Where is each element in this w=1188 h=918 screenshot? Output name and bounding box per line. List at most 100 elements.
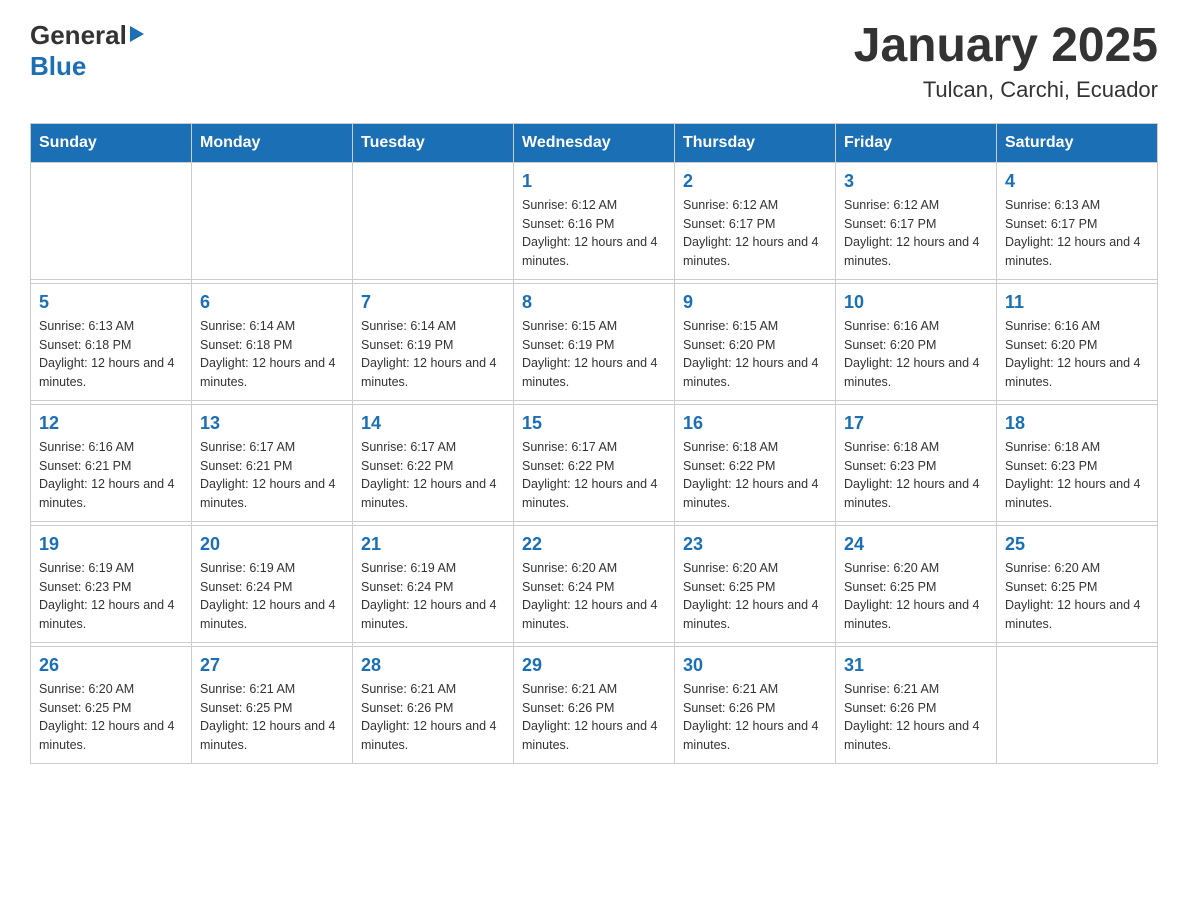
day-number: 27 — [200, 655, 344, 676]
day-info: Sunrise: 6:17 AMSunset: 6:21 PMDaylight:… — [200, 438, 344, 513]
col-header-thursday: Thursday — [675, 123, 836, 162]
day-info: Sunrise: 6:20 AMSunset: 6:25 PMDaylight:… — [1005, 559, 1149, 634]
day-info: Sunrise: 6:21 AMSunset: 6:26 PMDaylight:… — [522, 680, 666, 755]
day-number: 10 — [844, 292, 988, 313]
col-header-friday: Friday — [836, 123, 997, 162]
day-number: 22 — [522, 534, 666, 555]
day-info: Sunrise: 6:15 AMSunset: 6:20 PMDaylight:… — [683, 317, 827, 392]
calendar-header-row: SundayMondayTuesdayWednesdayThursdayFrid… — [31, 123, 1158, 162]
calendar-day-cell: 15Sunrise: 6:17 AMSunset: 6:22 PMDayligh… — [514, 404, 675, 521]
col-header-wednesday: Wednesday — [514, 123, 675, 162]
day-info: Sunrise: 6:16 AMSunset: 6:20 PMDaylight:… — [1005, 317, 1149, 392]
col-header-monday: Monday — [192, 123, 353, 162]
col-header-saturday: Saturday — [997, 123, 1158, 162]
calendar-day-cell: 14 Sunrise: 6:17 AMSunset: 6:22 PMDayligh… — [353, 404, 514, 521]
calendar-week-row: 19 Sunrise: 6:19 AMSunset: 6:23 PMDayligh… — [31, 525, 1158, 642]
logo-blue-text: Blue — [30, 51, 86, 82]
day-info: Sunrise: 6:13 AMSunset: 6:17 PMDaylight:… — [1005, 196, 1149, 271]
calendar-day-cell — [31, 162, 192, 279]
calendar-day-cell — [192, 162, 353, 279]
day-info: Sunrise: 6:14 AMSunset: 6:19 PMDaylight:… — [361, 317, 505, 392]
day-info: Sunrise: 6:19 AMSunset: 6:23 PMDaylight:… — [39, 559, 183, 634]
day-number: 9 — [683, 292, 827, 313]
day-number: 23 — [683, 534, 827, 555]
day-info: Sunrise: 6:20 AMSunset: 6:25 PMDaylight:… — [844, 559, 988, 634]
calendar-day-cell: 22Sunrise: 6:20 AMSunset: 6:24 PMDayligh… — [514, 525, 675, 642]
day-number: 7 — [361, 292, 505, 313]
calendar-week-row: 5Sunrise: 6:13 AMSunset: 6:18 PMDaylight… — [31, 283, 1158, 400]
day-number: 14 — [361, 413, 505, 434]
day-info: Sunrise: 6:21 AMSunset: 6:26 PMDaylight:… — [683, 680, 827, 755]
day-number: 11 — [1005, 292, 1149, 313]
calendar-day-cell: 20Sunrise: 6:19 AMSunset: 6:24 PMDayligh… — [192, 525, 353, 642]
day-info: Sunrise: 6:21 AMSunset: 6:25 PMDaylight:… — [200, 680, 344, 755]
calendar-title: January 2025 — [854, 20, 1158, 73]
day-number: 3 — [844, 171, 988, 192]
day-number: 19 — [39, 534, 183, 555]
day-number: 29 — [522, 655, 666, 676]
calendar-week-row: 1 Sunrise: 6:12 AMSunset: 6:16 PMDaylight… — [31, 162, 1158, 279]
calendar-day-cell: 8 Sunrise: 6:15 AMSunset: 6:19 PMDaylight… — [514, 283, 675, 400]
day-number: 25 — [1005, 534, 1149, 555]
day-number: 20 — [200, 534, 344, 555]
calendar-day-cell: 27 Sunrise: 6:21 AMSunset: 6:25 PMDayligh… — [192, 646, 353, 763]
col-header-sunday: Sunday — [31, 123, 192, 162]
day-number: 16 — [683, 413, 827, 434]
calendar-day-cell: 24 Sunrise: 6:20 AMSunset: 6:25 PMDayligh… — [836, 525, 997, 642]
calendar-day-cell: 16Sunrise: 6:18 AMSunset: 6:22 PMDayligh… — [675, 404, 836, 521]
calendar-table: SundayMondayTuesdayWednesdayThursdayFrid… — [30, 123, 1158, 764]
day-info: Sunrise: 6:16 AMSunset: 6:21 PMDaylight:… — [39, 438, 183, 513]
day-info: Sunrise: 6:21 AMSunset: 6:26 PMDaylight:… — [844, 680, 988, 755]
calendar-day-cell: 26 Sunrise: 6:20 AMSunset: 6:25 PMDayligh… — [31, 646, 192, 763]
calendar-day-cell: 30 Sunrise: 6:21 AMSunset: 6:26 PMDayligh… — [675, 646, 836, 763]
calendar-day-cell: 7 Sunrise: 6:14 AMSunset: 6:19 PMDaylight… — [353, 283, 514, 400]
day-number: 28 — [361, 655, 505, 676]
logo-arrow-icon — [130, 26, 144, 42]
day-info: Sunrise: 6:18 AMSunset: 6:23 PMDaylight:… — [1005, 438, 1149, 513]
day-info: Sunrise: 6:15 AMSunset: 6:19 PMDaylight:… — [522, 317, 666, 392]
calendar-day-cell: 25 Sunrise: 6:20 AMSunset: 6:25 PMDayligh… — [997, 525, 1158, 642]
calendar-day-cell: 2Sunrise: 6:12 AMSunset: 6:17 PMDaylight… — [675, 162, 836, 279]
calendar-day-cell: 6 Sunrise: 6:14 AMSunset: 6:18 PMDaylight… — [192, 283, 353, 400]
day-info: Sunrise: 6:16 AMSunset: 6:20 PMDaylight:… — [844, 317, 988, 392]
page-header: General Blue January 2025 Tulcan, Carchi… — [30, 20, 1158, 103]
day-number: 30 — [683, 655, 827, 676]
day-info: Sunrise: 6:12 AMSunset: 6:16 PMDaylight:… — [522, 196, 666, 271]
day-number: 1 — [522, 171, 666, 192]
calendar-day-cell: 1 Sunrise: 6:12 AMSunset: 6:16 PMDaylight… — [514, 162, 675, 279]
day-number: 26 — [39, 655, 183, 676]
day-info: Sunrise: 6:20 AMSunset: 6:25 PMDaylight:… — [39, 680, 183, 755]
calendar-day-cell: 3Sunrise: 6:12 AMSunset: 6:17 PMDaylight… — [836, 162, 997, 279]
day-info: Sunrise: 6:14 AMSunset: 6:18 PMDaylight:… — [200, 317, 344, 392]
day-number: 12 — [39, 413, 183, 434]
calendar-day-cell: 18 Sunrise: 6:18 AMSunset: 6:23 PMDayligh… — [997, 404, 1158, 521]
calendar-day-cell: 31 Sunrise: 6:21 AMSunset: 6:26 PMDayligh… — [836, 646, 997, 763]
day-info: Sunrise: 6:18 AMSunset: 6:23 PMDaylight:… — [844, 438, 988, 513]
day-number: 6 — [200, 292, 344, 313]
day-info: Sunrise: 6:17 AMSunset: 6:22 PMDaylight:… — [522, 438, 666, 513]
calendar-day-cell: 17 Sunrise: 6:18 AMSunset: 6:23 PMDayligh… — [836, 404, 997, 521]
day-number: 21 — [361, 534, 505, 555]
calendar-day-cell — [997, 646, 1158, 763]
calendar-day-cell: 23Sunrise: 6:20 AMSunset: 6:25 PMDayligh… — [675, 525, 836, 642]
logo-general-text: General — [30, 20, 127, 51]
calendar-week-row: 12 Sunrise: 6:16 AMSunset: 6:21 PMDayligh… — [31, 404, 1158, 521]
day-number: 31 — [844, 655, 988, 676]
day-info: Sunrise: 6:12 AMSunset: 6:17 PMDaylight:… — [683, 196, 827, 271]
logo: General Blue — [30, 20, 144, 82]
day-number: 18 — [1005, 413, 1149, 434]
day-number: 4 — [1005, 171, 1149, 192]
title-section: January 2025 Tulcan, Carchi, Ecuador — [854, 20, 1158, 103]
day-info: Sunrise: 6:19 AMSunset: 6:24 PMDaylight:… — [361, 559, 505, 634]
day-number: 24 — [844, 534, 988, 555]
calendar-day-cell: 5Sunrise: 6:13 AMSunset: 6:18 PMDaylight… — [31, 283, 192, 400]
location-subtitle: Tulcan, Carchi, Ecuador — [854, 77, 1158, 103]
calendar-day-cell: 13Sunrise: 6:17 AMSunset: 6:21 PMDayligh… — [192, 404, 353, 521]
calendar-day-cell: 21 Sunrise: 6:19 AMSunset: 6:24 PMDayligh… — [353, 525, 514, 642]
day-number: 17 — [844, 413, 988, 434]
calendar-day-cell: 12 Sunrise: 6:16 AMSunset: 6:21 PMDayligh… — [31, 404, 192, 521]
calendar-day-cell — [353, 162, 514, 279]
day-info: Sunrise: 6:17 AMSunset: 6:22 PMDaylight:… — [361, 438, 505, 513]
day-number: 8 — [522, 292, 666, 313]
day-info: Sunrise: 6:13 AMSunset: 6:18 PMDaylight:… — [39, 317, 183, 392]
